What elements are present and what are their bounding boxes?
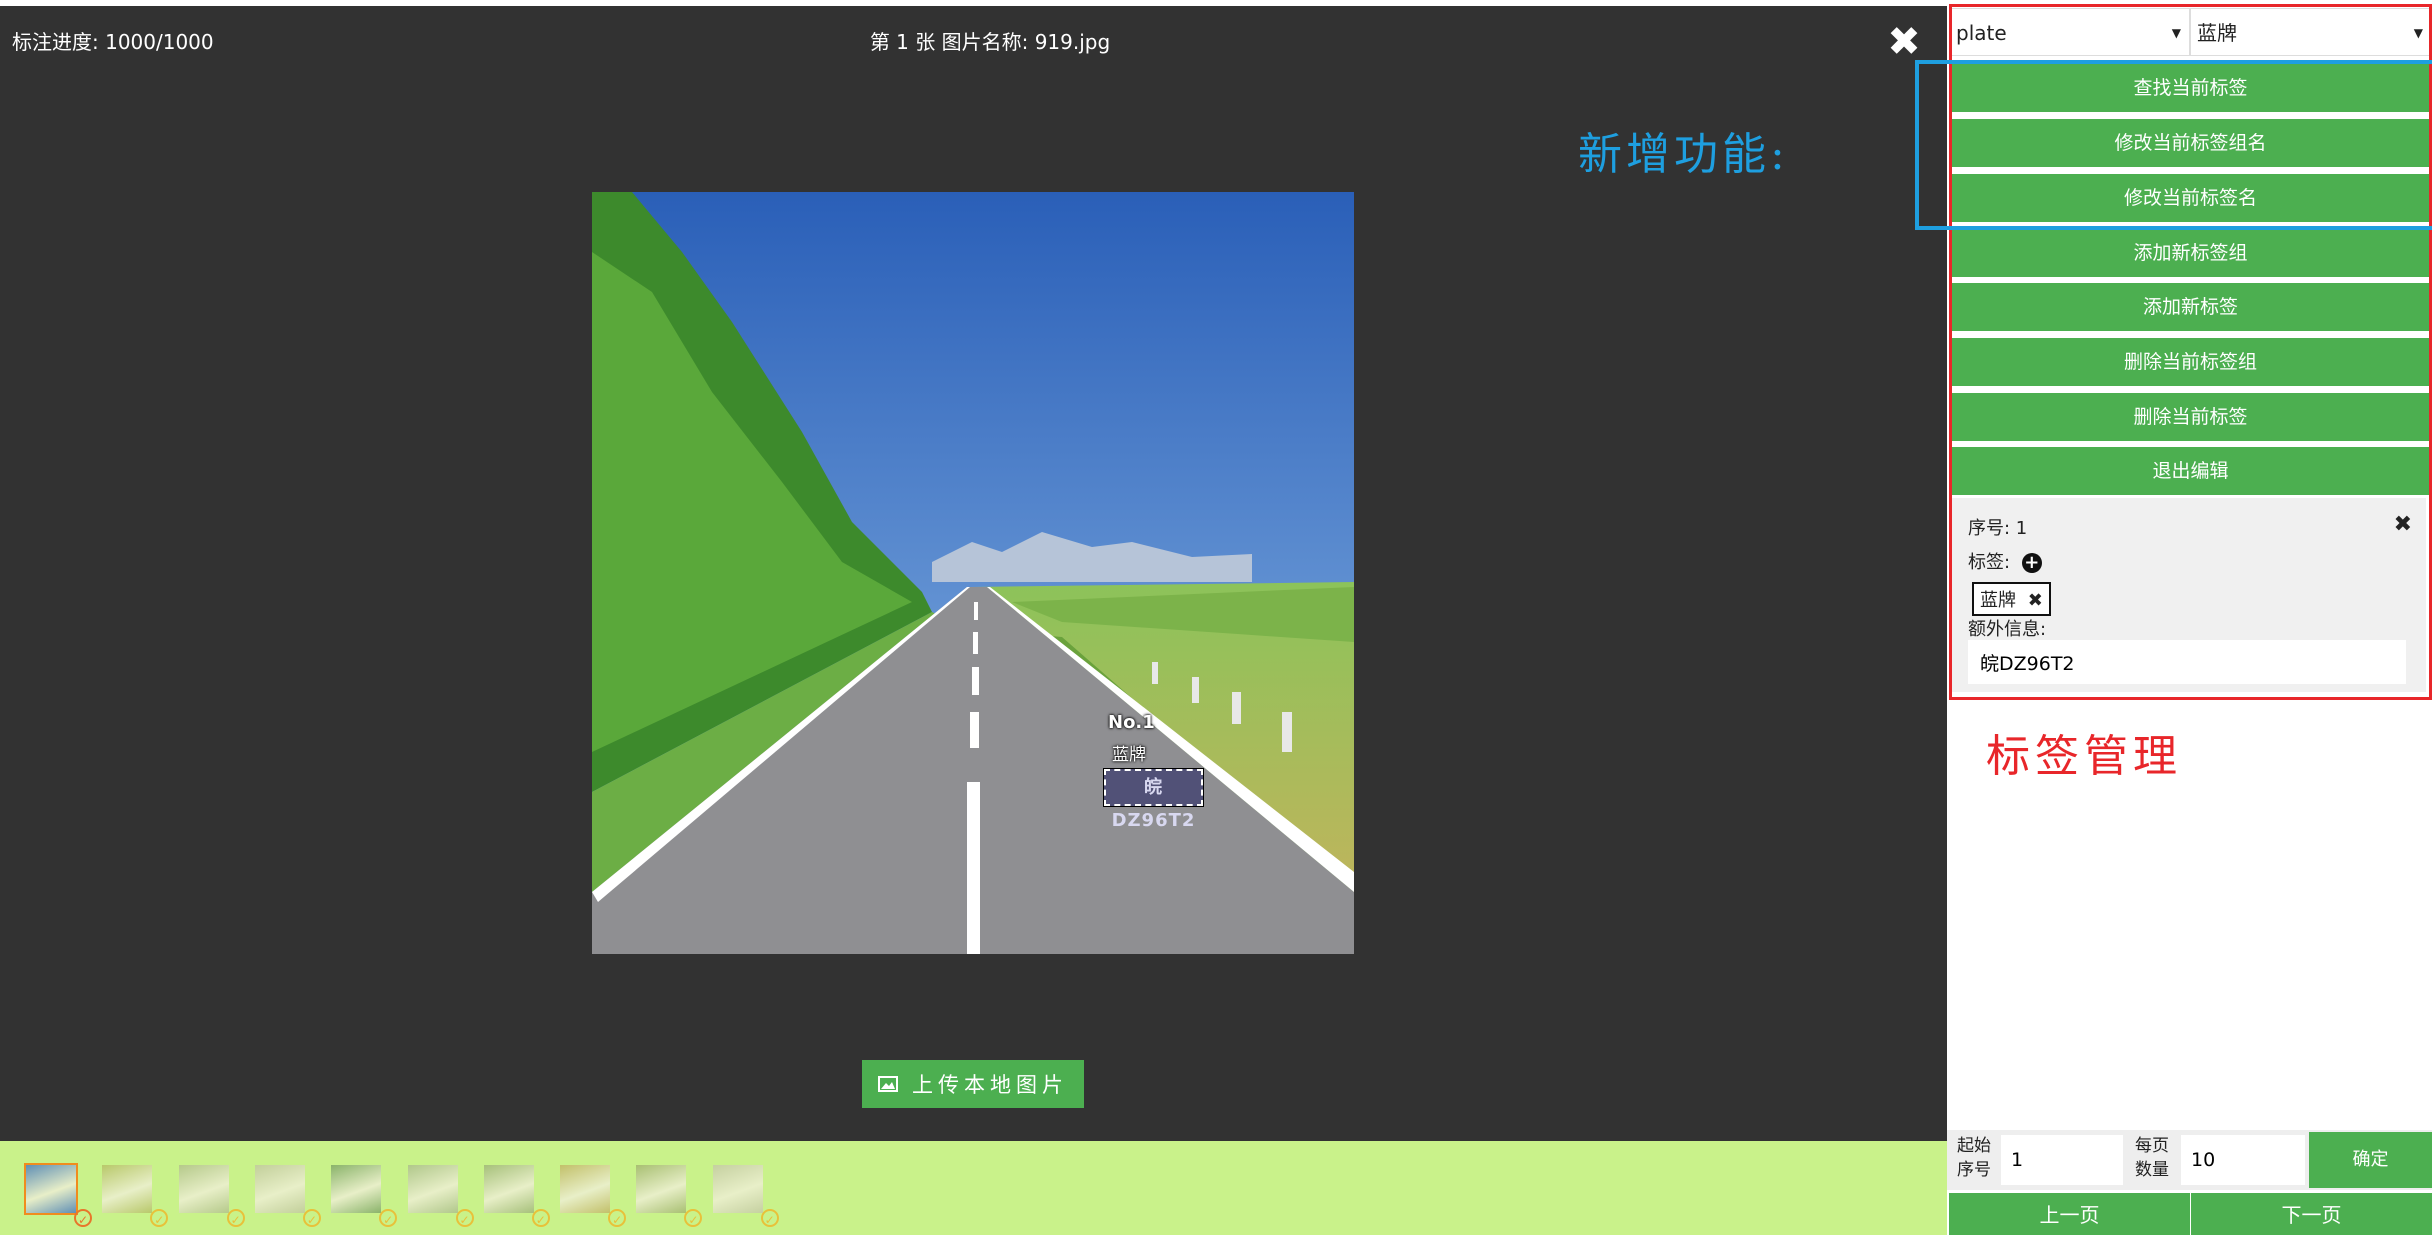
check-circle-icon: ✓ xyxy=(379,1209,398,1227)
close-icon[interactable]: ✖ xyxy=(1886,22,1922,62)
start-index-label: 起始 序号 xyxy=(1957,1136,1991,1180)
new-feature-highlight xyxy=(1915,60,2432,230)
thumbnail-image xyxy=(102,1165,153,1213)
new-feature-annotation: 新增功能: xyxy=(1578,129,1789,180)
bounding-box[interactable]: 皖DZ96T2 xyxy=(1103,768,1204,831)
check-circle-icon: ✓ xyxy=(150,1209,169,1227)
start-index-input[interactable] xyxy=(2001,1135,2123,1185)
thumbnail-item[interactable]: ✓ xyxy=(329,1163,398,1227)
box-number-label: No.1 xyxy=(1108,712,1155,733)
next-page-button[interactable]: 下一页 xyxy=(2191,1193,2432,1235)
image-name: 第 1 张 图片名称: 919.jpg xyxy=(869,30,1111,54)
upload-image-button[interactable]: 上传本地图片 xyxy=(862,1060,1084,1108)
thumbnail-item[interactable]: ✓ xyxy=(711,1163,779,1227)
prev-page-button[interactable]: 上一页 xyxy=(1949,1193,2190,1235)
thumbnail-item[interactable]: ✓ xyxy=(177,1163,245,1227)
check-circle-icon: ✓ xyxy=(226,1209,245,1227)
per-page-input[interactable] xyxy=(2181,1135,2305,1185)
per-page-label: 每页 数量 xyxy=(2135,1136,2169,1180)
thumbnail-image xyxy=(407,1165,458,1213)
thumbnail-strip: ✓ ✓ ✓ ✓ ✓ ✓ ✓ ✓ ✓ ✓ xyxy=(0,1141,1947,1235)
check-circle-icon: ✓ xyxy=(531,1209,550,1227)
thumbnail-image xyxy=(560,1165,611,1213)
thumbnail-image xyxy=(254,1165,305,1213)
progress-text: 标注进度: 1000/1000 xyxy=(12,30,214,54)
pager-bar: 起始序号 每页数量 确定 xyxy=(1947,1130,2432,1190)
thumbnail-image xyxy=(712,1165,763,1213)
road-photo[interactable] xyxy=(592,192,1354,954)
check-circle-icon: ✓ xyxy=(455,1209,474,1227)
check-circle-icon: ✓ xyxy=(684,1209,703,1227)
upload-label: 上传本地图片 xyxy=(912,1073,1068,1097)
check-circle-icon: ✓ xyxy=(74,1209,92,1227)
thumbnail-item[interactable]: ✓ xyxy=(100,1163,169,1227)
box-tag-label: 蓝牌 xyxy=(1112,745,1146,765)
thumbnail-image xyxy=(636,1165,687,1213)
thumbnail-image xyxy=(26,1165,76,1213)
thumbnail-item[interactable]: ✓ xyxy=(24,1163,92,1227)
image-icon xyxy=(878,1076,898,1092)
check-circle-icon: ✓ xyxy=(608,1209,627,1227)
tag-management-annotation: 标签管理 xyxy=(1986,731,2182,782)
thumbnail-image xyxy=(178,1165,229,1213)
check-circle-icon: ✓ xyxy=(760,1209,779,1227)
thumbnail-item[interactable]: ✓ xyxy=(558,1163,627,1227)
thumbnail-image xyxy=(331,1165,382,1213)
thumbnail-item[interactable]: ✓ xyxy=(253,1163,321,1227)
thumbnail-item[interactable]: ✓ xyxy=(634,1163,703,1227)
thumbnail-item[interactable]: ✓ xyxy=(482,1163,550,1227)
check-circle-icon: ✓ xyxy=(302,1209,321,1227)
thumbnail-item[interactable]: ✓ xyxy=(406,1163,474,1227)
confirm-button[interactable]: 确定 xyxy=(2309,1132,2432,1188)
thumbnail-image xyxy=(483,1165,534,1213)
